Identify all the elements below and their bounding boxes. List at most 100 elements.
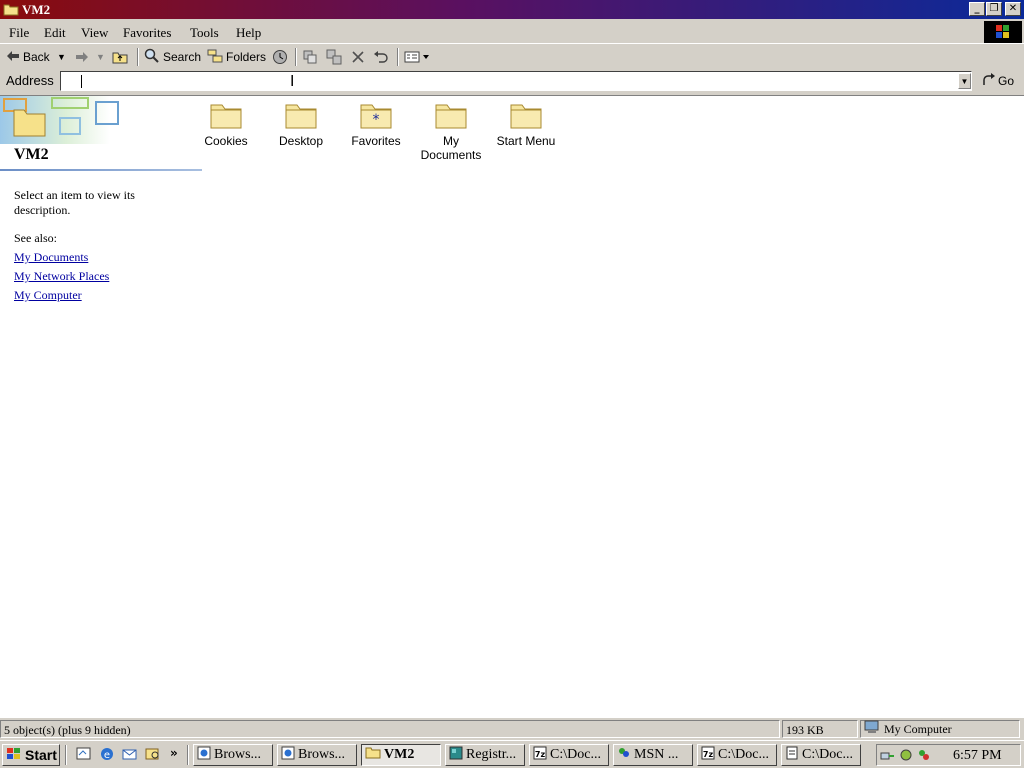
search-button[interactable]: Search	[144, 47, 201, 67]
folder-item-my-documents[interactable]: My Documents	[411, 100, 491, 162]
menu-help[interactable]: Help	[236, 25, 261, 41]
up-folder-button[interactable]	[112, 47, 128, 67]
msn-messenger-icon	[617, 746, 631, 765]
status-bar: 5 object(s) (plus 9 hidden) 193 KB My Co…	[0, 719, 1024, 739]
restore-button[interactable]: ❐	[986, 2, 1002, 16]
menu-view[interactable]: View	[81, 25, 108, 41]
menu-tools[interactable]: Tools	[190, 25, 219, 41]
address-bar: Address ▼ Go I	[0, 69, 1024, 93]
undo-icon[interactable]	[373, 47, 389, 67]
status-object-count: 5 object(s) (plus 9 hidden)	[0, 720, 780, 738]
quicklaunch-overflow-icon[interactable]: »	[170, 746, 178, 760]
folder-label: Cookies	[204, 134, 248, 148]
forward-dropdown-icon[interactable]: ▼	[96, 47, 105, 67]
system-tray: 6:57 PM	[876, 744, 1021, 766]
task-button-vm2[interactable]: VM2	[361, 744, 441, 766]
banner-divider	[0, 169, 202, 171]
toolbar-separator	[295, 48, 297, 66]
go-button[interactable]: Go	[982, 73, 1014, 89]
taskbar-separator	[187, 745, 189, 765]
address-dropdown-icon[interactable]: ▼	[958, 73, 971, 89]
folder-icon	[510, 104, 542, 129]
network-tray-icon[interactable]	[880, 747, 896, 767]
search-icon	[144, 48, 160, 67]
zip-window-icon: 7z	[701, 746, 715, 765]
folder-icon	[210, 104, 242, 129]
task-button-msn[interactable]: MSN ...	[613, 744, 693, 766]
copy-to-button[interactable]	[326, 47, 342, 67]
move-to-button[interactable]	[302, 47, 318, 67]
task-button-doc-2[interactable]: 7z C:\Doc...	[697, 744, 777, 766]
toolbar: Back ▼ ▼ Search Folders	[0, 45, 1024, 69]
task-button-doc-1[interactable]: 7z C:\Doc...	[529, 744, 609, 766]
volume-tray-icon[interactable]	[898, 747, 914, 767]
taskbar: Start e » Brows... Brows... VM2 Registr.…	[0, 740, 1024, 768]
toolbar-separator	[397, 48, 399, 66]
link-my-computer[interactable]: My Computer	[14, 288, 82, 303]
windows-logo	[984, 21, 1022, 43]
explorer-search-icon[interactable]	[144, 746, 162, 766]
task-button-registry[interactable]: Registr...	[445, 744, 525, 766]
show-desktop-icon[interactable]	[75, 746, 93, 766]
task-button-browser-2[interactable]: Brows...	[277, 744, 357, 766]
menu-edit[interactable]: Edit	[44, 25, 66, 41]
outlook-express-icon[interactable]	[121, 746, 139, 766]
folder-item-favorites[interactable]: * Favorites	[336, 100, 416, 148]
minimize-button[interactable]: _	[969, 2, 985, 16]
task-label: Brows...	[298, 747, 346, 762]
computer-icon	[864, 720, 880, 738]
task-label: VM2	[384, 747, 415, 762]
folder-view: VM2 Select an item to view its descripti…	[0, 95, 1024, 718]
task-button-browser-1[interactable]: Brows...	[193, 744, 273, 766]
folder-icon	[365, 746, 381, 764]
folders-label: Folders	[226, 50, 267, 64]
folder-item-start-menu[interactable]: Start Menu	[486, 100, 566, 148]
folders-button[interactable]: Folders	[207, 47, 266, 67]
start-label: Start	[25, 747, 57, 763]
folder-item-cookies[interactable]: Cookies	[186, 100, 266, 148]
folder-icon	[285, 104, 317, 129]
folder-label: Desktop	[278, 134, 324, 148]
delete-icon[interactable]	[351, 47, 365, 67]
svg-text:*: *	[373, 112, 380, 128]
clock[interactable]: 6:57 PM	[953, 748, 1002, 764]
folders-icon	[207, 49, 223, 66]
favorites-folder-icon: *	[360, 104, 392, 129]
web-view-banner: VM2	[0, 96, 202, 171]
menu-bar: File Edit View Favorites Tools Help	[0, 20, 1024, 44]
windows-flag-icon	[6, 747, 22, 764]
window-title: VM2	[22, 2, 51, 17]
address-input[interactable]	[60, 71, 972, 91]
folder-title: VM2	[14, 146, 49, 163]
go-label: Go	[998, 74, 1015, 88]
close-button[interactable]: ✕	[1005, 2, 1021, 16]
back-arrow-icon	[6, 50, 20, 65]
svg-text:7z: 7z	[535, 750, 546, 759]
folder-item-desktop[interactable]: Desktop	[261, 100, 341, 148]
link-my-network-places[interactable]: My Network Places	[14, 269, 109, 284]
address-label: Address	[6, 73, 54, 88]
link-my-documents[interactable]: My Documents	[14, 250, 88, 265]
messenger-tray-icon[interactable]	[916, 747, 932, 767]
ie-page-icon	[197, 746, 211, 765]
task-button-doc-3[interactable]: C:\Doc...	[781, 744, 861, 766]
text-cursor	[81, 75, 82, 88]
start-button[interactable]: Start	[2, 744, 60, 766]
internet-explorer-icon[interactable]: e	[98, 746, 116, 766]
title-bar[interactable]: VM2 _ ❐ ✕	[0, 0, 1024, 19]
views-button[interactable]	[404, 47, 430, 67]
task-label: MSN ...	[634, 747, 679, 762]
registry-editor-icon	[449, 746, 463, 765]
notepad-icon	[785, 746, 799, 765]
menu-favorites[interactable]: Favorites	[123, 25, 171, 41]
forward-button[interactable]	[75, 47, 89, 67]
taskbar-separator	[65, 745, 67, 765]
toolbar-separator	[137, 48, 139, 66]
menu-file[interactable]: File	[9, 25, 29, 41]
folder-icon	[435, 104, 467, 129]
folder-label: Favorites	[351, 134, 401, 148]
back-button[interactable]: Back	[6, 47, 50, 67]
back-dropdown-icon[interactable]: ▼	[57, 47, 66, 67]
ibeam-cursor-icon: I	[290, 72, 295, 90]
history-button[interactable]	[272, 47, 288, 67]
